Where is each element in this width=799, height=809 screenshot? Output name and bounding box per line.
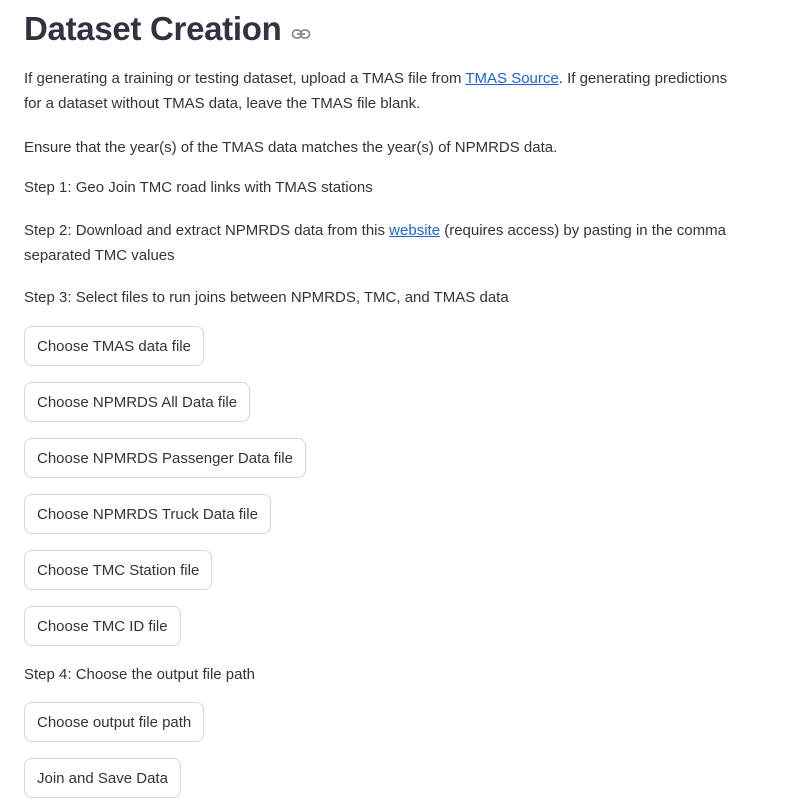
intro-paragraph: If generating a training or testing data… bbox=[24, 66, 734, 116]
step2-text: Step 2: Download and extract NPMRDS data… bbox=[24, 222, 390, 239]
choose-output-path-button[interactable]: Choose output file path bbox=[24, 702, 205, 742]
choose-npmrds-all-button[interactable]: Choose NPMRDS All Data file bbox=[24, 382, 251, 422]
tmas-source-link[interactable]: TMAS Source bbox=[465, 70, 558, 87]
website-link[interactable]: website bbox=[389, 222, 440, 239]
choose-npmrds-passenger-button[interactable]: Choose NPMRDS Passenger Data file bbox=[24, 438, 306, 478]
page-title: Dataset Creation bbox=[24, 10, 311, 48]
join-save-button[interactable]: Join and Save Data bbox=[24, 758, 181, 798]
anchor-link-icon[interactable] bbox=[291, 10, 311, 48]
step2-paragraph: Step 2: Download and extract NPMRDS data… bbox=[24, 218, 734, 268]
step4-text: Step 4: Choose the output file path bbox=[24, 666, 255, 683]
choose-tmc-id-button[interactable]: Choose TMC ID file bbox=[24, 606, 181, 646]
choose-tmas-file-button[interactable]: Choose TMAS data file bbox=[24, 326, 204, 366]
intro-text: If generating a training or testing data… bbox=[24, 70, 466, 87]
page-title-text: Dataset Creation bbox=[24, 10, 282, 47]
step3-text: Step 3: Select files to run joins betwee… bbox=[24, 289, 509, 306]
choose-npmrds-truck-button[interactable]: Choose NPMRDS Truck Data file bbox=[24, 494, 271, 534]
step1-text: Step 1: Geo Join TMC road links with TMA… bbox=[24, 179, 373, 196]
ensure-text: Ensure that the year(s) of the TMAS data… bbox=[24, 139, 558, 156]
choose-tmc-station-button[interactable]: Choose TMC Station file bbox=[24, 550, 213, 590]
